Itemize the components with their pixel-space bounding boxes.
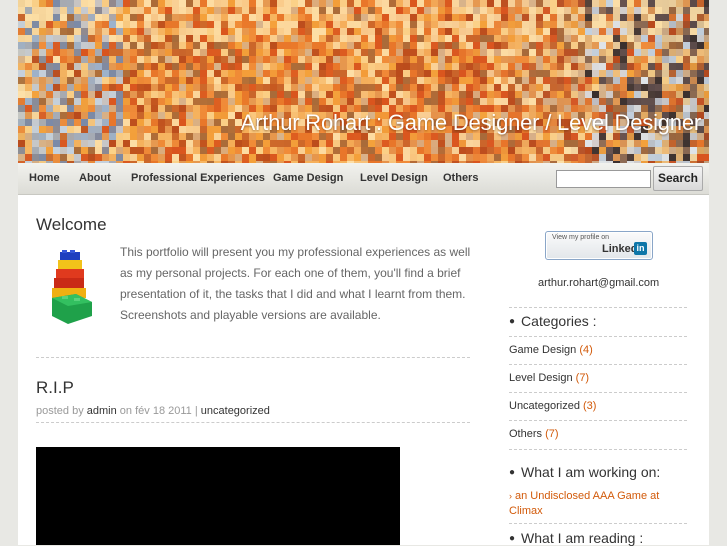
category-count: (3) — [583, 400, 597, 412]
page-wrapper: Arthur Rohart : Game Designer / Level De… — [18, 0, 709, 546]
site-title[interactable]: Arthur Rohart : Game Designer / Level De… — [241, 110, 702, 136]
nav-home[interactable]: Home — [29, 163, 60, 194]
nav-others[interactable]: Others — [443, 163, 478, 194]
nav-professional-experiences[interactable]: Professional Experiences — [131, 163, 265, 194]
post-title[interactable]: R.I.P — [36, 378, 74, 398]
category-uncategorized[interactable]: Uncategorized (3) — [509, 400, 596, 412]
working-item[interactable]: › an Undisclosed AAA Game at Climax — [509, 489, 689, 519]
meta-posted-by: posted by — [36, 405, 84, 417]
reading-widget-title: ● What I am reading : — [509, 530, 643, 546]
category-level-design[interactable]: Level Design (7) — [509, 372, 589, 384]
welcome-title: Welcome — [36, 215, 107, 234]
search-button[interactable]: Search — [653, 166, 703, 191]
sidebar-divider — [509, 364, 687, 365]
categories-title-text: Categories : — [521, 313, 597, 329]
video-player[interactable] — [36, 447, 400, 545]
divider — [36, 357, 470, 358]
working-widget-title: ● What I am working on: — [509, 464, 660, 480]
bullet-icon: ● — [509, 533, 516, 544]
nav-game-design[interactable]: Game Design — [273, 163, 343, 194]
bullet-icon: ● — [509, 316, 516, 327]
nav-about[interactable]: About — [79, 163, 111, 194]
nav-level-design[interactable]: Level Design — [360, 163, 428, 194]
lego-stack-icon — [52, 250, 92, 324]
meta-date: fév 18 2011 — [135, 405, 192, 417]
divider — [36, 422, 470, 423]
category-count: (4) — [579, 344, 593, 356]
sidebar-divider — [509, 307, 687, 308]
mosaic-background-image — [18, 0, 709, 163]
categories-widget-title: ● Categories : — [509, 313, 597, 329]
sidebar-divider — [509, 449, 687, 450]
meta-on: on — [119, 405, 133, 417]
bullet-icon: ● — [509, 467, 516, 478]
welcome-text: This portfolio will present you my profe… — [120, 245, 471, 322]
working-title-text: What I am working on: — [521, 464, 661, 480]
category-name[interactable]: Game Design — [509, 344, 576, 356]
meta-separator: | — [194, 405, 198, 417]
sidebar-divider — [509, 523, 687, 524]
meta-author[interactable]: admin — [87, 405, 117, 417]
category-name[interactable]: Others — [509, 428, 542, 440]
linkedin-profile-badge[interactable]: View my profile on Linked in — [545, 231, 653, 260]
sidebar-divider — [509, 336, 687, 337]
working-item-text[interactable]: an Undisclosed AAA Game at Climax — [509, 490, 659, 517]
linkedin-in-icon: in — [634, 242, 647, 255]
post-meta: posted by admin on fév 18 2011 | uncateg… — [36, 405, 270, 417]
linkedin-caption: View my profile on — [552, 234, 610, 241]
contact-email[interactable]: arthur.rohart@gmail.com — [538, 277, 659, 289]
category-others[interactable]: Others (7) — [509, 428, 559, 440]
search-input[interactable] — [556, 170, 651, 188]
header-banner: Arthur Rohart : Game Designer / Level De… — [18, 0, 709, 163]
sidebar-divider — [509, 420, 687, 421]
reading-title-text: What I am reading : — [521, 530, 644, 546]
category-game-design[interactable]: Game Design (4) — [509, 344, 593, 356]
category-count: (7) — [575, 372, 590, 384]
meta-category[interactable]: uncategorized — [201, 405, 270, 417]
sidebar-divider — [509, 392, 687, 393]
category-name[interactable]: Level Design — [509, 372, 573, 384]
category-count: (7) — [545, 428, 559, 440]
linkedin-brand: Linked — [602, 243, 638, 255]
arrow-right-icon: › — [509, 491, 512, 501]
category-name[interactable]: Uncategorized — [509, 400, 580, 412]
